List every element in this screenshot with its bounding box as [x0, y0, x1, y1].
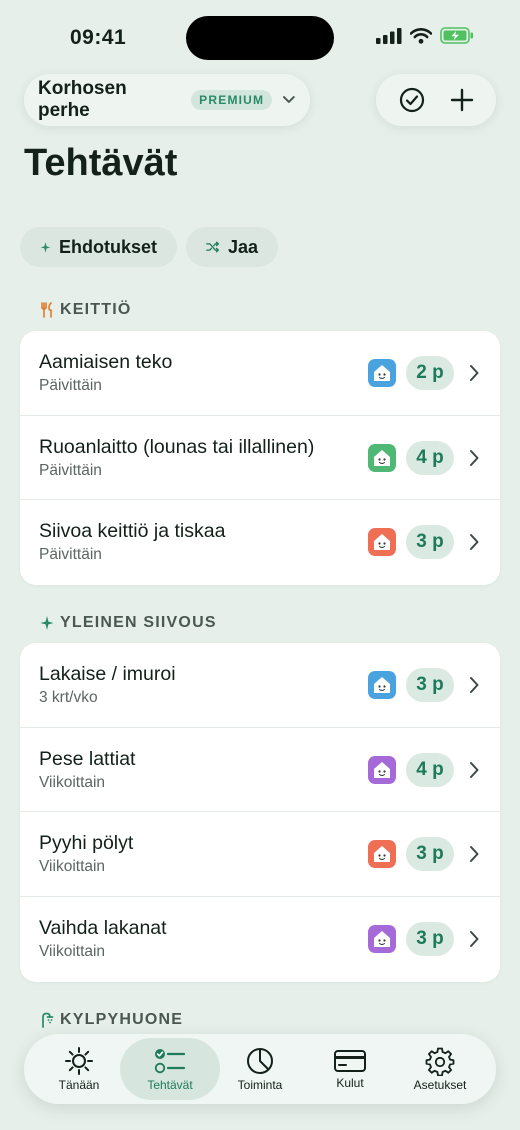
pie-chart-icon	[247, 1048, 273, 1074]
suggestions-label: Ehdotukset	[58, 236, 157, 257]
avatar	[368, 671, 396, 699]
task-list-kitchen: Aamiaisen teko Päivittäin 2 p Ruoanlaitt…	[20, 331, 500, 586]
section-title: YLEINEN SIIVOUS	[60, 614, 217, 631]
task-title: Pyyhi pölyt	[39, 832, 134, 855]
avatar	[368, 528, 396, 557]
tab-label: Tehtävät	[147, 1078, 193, 1092]
premium-badge: PREMIUM	[191, 90, 273, 110]
status-icons	[376, 27, 474, 44]
task-frequency: 3 krt/vko	[39, 689, 98, 706]
chevron-right-icon	[470, 931, 479, 948]
tab-label: Kulut	[336, 1076, 364, 1090]
task-row[interactable]: Pese lattiat Viikoittain 4 p	[20, 728, 500, 813]
task-title: Ruoanlaitto (lounas tai illallinen)	[39, 435, 315, 458]
section-header-bathroom: KYLPYHUONE	[40, 1011, 183, 1029]
points-badge: 3 p	[406, 837, 454, 872]
task-row[interactable]: Ruoanlaitto (lounas tai illallinen) Päiv…	[20, 416, 500, 501]
wifi-icon	[410, 27, 432, 44]
task-row[interactable]: Siivoa keittiö ja tiskaa Päivittäin 3 p	[20, 500, 500, 585]
task-title: Siivoa keittiö ja tiskaa	[39, 520, 226, 543]
points-badge: 3 p	[406, 922, 454, 957]
section-header-kitchen: KEITTIÖ	[40, 301, 132, 319]
battery-icon	[440, 27, 473, 44]
points-badge: 4 p	[406, 752, 454, 787]
suggestions-chip[interactable]: Ehdotukset	[20, 227, 177, 267]
sparkle-icon	[40, 242, 51, 253]
signal-icon	[376, 27, 402, 44]
section-title: KYLPYHUONE	[60, 1011, 184, 1028]
section-title: KEITTIÖ	[60, 301, 132, 318]
tab-expenses[interactable]: Kulut	[302, 1038, 398, 1100]
sparkle-icon	[40, 616, 54, 630]
task-row[interactable]: Aamiaisen teko Päivittäin 2 p	[20, 331, 500, 416]
share-chip[interactable]: Jaa	[186, 227, 278, 267]
tab-label: Asetukset	[413, 1078, 467, 1092]
task-frequency: Viikoittain	[39, 943, 106, 961]
tab-tasks[interactable]: Tehtävät	[120, 1038, 220, 1100]
header-actions	[376, 74, 496, 126]
family-name: Korhosen perhe	[38, 78, 127, 121]
task-title: Pese lattiat	[39, 747, 136, 770]
avatar	[368, 443, 396, 472]
sun-icon	[65, 1047, 93, 1075]
avatar	[368, 359, 396, 387]
task-frequency: Päivittäin	[39, 377, 102, 394]
chevron-right-icon	[470, 846, 479, 863]
task-title: Aamiaisen teko	[39, 351, 173, 373]
tab-bar: Tänään Tehtävät Toiminta Kulut Asetukset	[24, 1034, 496, 1104]
chevron-right-icon	[470, 534, 479, 551]
task-title: Lakaise / imuroi	[39, 663, 176, 685]
tab-activity[interactable]: Toiminta	[212, 1038, 308, 1100]
checklist-icon	[154, 1049, 186, 1074]
tab-settings[interactable]: Asetukset	[392, 1038, 488, 1100]
tab-today[interactable]: Tänään	[31, 1038, 127, 1100]
chevron-right-icon	[470, 365, 479, 381]
family-selector[interactable]: Korhosen perhe PREMIUM	[24, 74, 310, 126]
avatar	[368, 840, 396, 869]
avatar	[368, 925, 396, 954]
task-frequency: Päivittäin	[39, 461, 102, 479]
points-badge: 2 p	[406, 356, 454, 390]
status-bar: 09:41	[0, 0, 520, 76]
task-row[interactable]: Vaihda lakanat Viikoittain 3 p	[20, 897, 500, 982]
points-badge: 4 p	[406, 440, 454, 475]
avatar	[368, 755, 396, 784]
chevron-right-icon	[470, 677, 479, 693]
check-circle-icon[interactable]	[399, 87, 425, 113]
dynamic-island	[186, 16, 334, 60]
points-badge: 3 p	[406, 525, 454, 560]
chevron-down-icon	[283, 96, 296, 103]
add-icon[interactable]	[450, 88, 474, 112]
status-time: 09:41	[70, 26, 127, 49]
task-frequency: Viikoittain	[39, 858, 106, 876]
card-icon	[334, 1050, 366, 1072]
shower-icon	[42, 1012, 54, 1028]
share-label: Jaa	[227, 236, 258, 257]
gear-icon	[425, 1047, 455, 1076]
section-header-cleaning: YLEINEN SIIVOUS	[40, 614, 217, 632]
task-title: Vaihda lakanat	[39, 917, 167, 940]
chevron-right-icon	[470, 449, 479, 466]
shuffle-icon	[206, 241, 220, 253]
task-row[interactable]: Lakaise / imuroi 3 krt/vko 3 p	[20, 643, 500, 728]
task-frequency: Viikoittain	[39, 773, 106, 791]
task-row[interactable]: Pyyhi pölyt Viikoittain 3 p	[20, 812, 500, 898]
tab-label: Toiminta	[237, 1078, 283, 1092]
task-frequency: Päivittäin	[39, 546, 102, 564]
chevron-right-icon	[470, 761, 479, 778]
page-title: Tehtävät	[24, 142, 178, 184]
fork-knife-icon	[41, 302, 52, 318]
task-list-cleaning: Lakaise / imuroi 3 krt/vko 3 p Pese latt…	[20, 643, 500, 982]
tab-label: Tänään	[58, 1078, 100, 1092]
points-badge: 3 p	[406, 668, 454, 702]
